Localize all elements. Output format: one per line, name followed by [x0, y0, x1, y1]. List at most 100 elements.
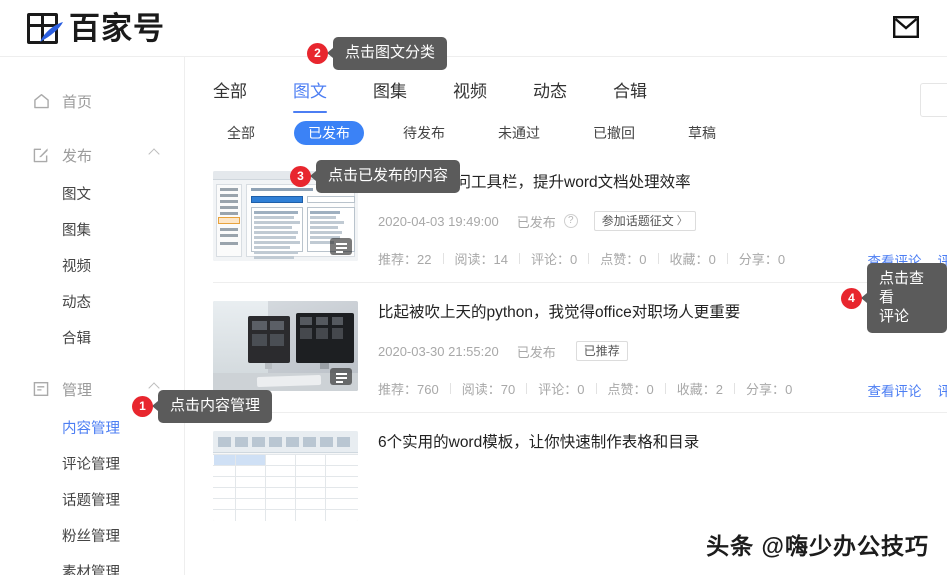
subtab-label: 未通过	[498, 125, 540, 141]
sidebar-item-comment-management[interactable]: 评论管理	[0, 445, 184, 481]
status-badge: 已发布	[516, 214, 556, 230]
table-row: 比起被吹上天的python，我觉得office对职场人更重要 2020-03-3…	[213, 283, 947, 414]
main-content: 全部 图文 图集 视频 动态 合辑 全部 已发布 待发布 未通过 已撤回 草稿	[186, 57, 947, 575]
callout-4: 4 点击查看 评论	[841, 263, 947, 334]
article-thumbnail[interactable]	[213, 301, 358, 392]
sidebar-item-publish-shipin[interactable]: 视频	[0, 247, 184, 283]
sidebar-item-label: 评论管理	[62, 456, 120, 473]
stat-value: 14	[493, 252, 508, 268]
sidebar-group-label-manage: 管理	[62, 381, 93, 399]
truncated-action-link[interactable]: 评	[938, 380, 947, 400]
stat-value: 0	[708, 252, 716, 268]
stat-read: 阅读：70	[461, 382, 516, 398]
callout-text: 点击图文分类	[326, 37, 448, 70]
stat-recommend: 推荐：22	[378, 252, 432, 268]
mail-envelope-glyph	[893, 16, 920, 39]
callout-text: 点击查看 评论	[861, 263, 947, 334]
subtab-pending[interactable]: 待发布	[389, 121, 459, 145]
publish-date: 2020-03-30 21:55:20	[378, 343, 499, 359]
subtab-withdrawn[interactable]: 已撤回	[579, 121, 649, 145]
tab-tuji[interactable]: 图集	[373, 77, 407, 113]
subtab-label: 全部	[227, 125, 255, 141]
baijiahao-quill-logo-icon	[27, 12, 63, 44]
sidebar-item-publish-tuwen[interactable]: 图文	[0, 175, 184, 211]
subtab-all[interactable]: 全部	[213, 121, 269, 145]
tab-label: 视频	[453, 82, 487, 101]
sidebar-item-publish-tuji[interactable]: 图集	[0, 211, 184, 247]
sidebar-group-publish[interactable]: 发布	[0, 135, 184, 175]
article-meta: 2020-04-03 19:49:00 已发布 ? 参加话题征文 〉	[378, 211, 947, 232]
sidebar-item-label: 素材管理	[62, 564, 120, 575]
home-icon	[33, 93, 50, 110]
app-root: 百家号 首页 发布 图文 图集 视频 动态 合辑 管理 内容管理 评论管理 话题…	[0, 0, 947, 575]
callout-badge: 3	[290, 165, 311, 187]
sidebar-item-fans-management[interactable]: 粉丝管理	[0, 517, 184, 553]
tab-label: 动态	[533, 82, 567, 101]
stat-value: 0	[570, 252, 578, 268]
sidebar-group-home[interactable]: 首页	[0, 81, 184, 121]
tab-label: 全部	[213, 82, 247, 101]
help-icon[interactable]: ?	[563, 214, 578, 229]
subtab-label: 待发布	[403, 125, 445, 141]
stat-recommend: 推荐：760	[378, 382, 439, 398]
subtab-draft[interactable]: 草稿	[674, 121, 730, 145]
article-body: 6个实用的word模板，让你快速制作表格和目录	[358, 431, 947, 521]
sidebar-item-label: 合辑	[62, 330, 91, 347]
quill-icon	[40, 21, 63, 42]
article-list: 巧用快速访问工具栏，提升word文档处理效率 2020-04-03 19:49:…	[186, 153, 947, 535]
stat-share: 分享：0	[746, 382, 793, 398]
article-stats: 推荐：760 阅读：70 评论：0 点赞：0 收藏：2 分享：0	[378, 379, 947, 398]
stat-label: 阅读	[461, 382, 488, 398]
sidebar-item-label: 动态	[62, 294, 91, 311]
search-input[interactable]	[920, 83, 947, 117]
sidebar: 首页 发布 图文 图集 视频 动态 合辑 管理 内容管理 评论管理 话题管理 粉…	[0, 57, 185, 575]
article-title[interactable]: 巧用快速访问工具栏，提升word文档处理效率	[378, 173, 947, 193]
sidebar-item-publish-heji[interactable]: 合辑	[0, 319, 184, 355]
mail-envelope-icon[interactable]	[893, 16, 920, 39]
stat-label: 推荐	[378, 382, 405, 398]
stat-label: 点赞	[607, 382, 634, 398]
stat-comment: 评论：0	[531, 252, 578, 268]
gallery-icon	[330, 238, 352, 255]
tab-shipin[interactable]: 视频	[453, 77, 487, 113]
tab-tuwen[interactable]: 图文	[293, 77, 327, 113]
sidebar-group-label-home: 首页	[62, 93, 93, 111]
topic-chip[interactable]: 参加话题征文 〉	[593, 211, 696, 232]
callout-badge: 2	[307, 42, 328, 64]
excel-spreadsheet-screenshot	[213, 431, 358, 522]
callout-badge: 4	[841, 287, 862, 309]
document-list-icon	[33, 381, 50, 398]
gallery-icon	[330, 368, 352, 386]
topic-chip-label: 参加话题征文	[601, 214, 674, 229]
recommended-chip[interactable]: 已推荐	[575, 341, 628, 362]
stat-value: 2	[715, 382, 724, 398]
sidebar-item-topic-management[interactable]: 话题管理	[0, 481, 184, 517]
article-title[interactable]: 6个实用的word模板，让你快速制作表格和目录	[378, 433, 947, 453]
edit-square-icon	[33, 147, 50, 164]
tab-dongtai[interactable]: 动态	[533, 77, 567, 113]
stat-value: 70	[500, 382, 516, 398]
status-filter-tabs: 全部 已发布 待发布 未通过 已撤回 草稿	[186, 113, 947, 153]
callout-text: 点击内容管理	[151, 390, 273, 423]
tab-heji[interactable]: 合辑	[613, 77, 647, 113]
tab-all[interactable]: 全部	[213, 77, 247, 113]
stat-like: 点赞：0	[607, 382, 654, 398]
stat-favorite: 收藏：0	[669, 252, 716, 268]
brand-logo[interactable]: 百家号	[27, 12, 165, 44]
sidebar-item-material-management[interactable]: 素材管理	[0, 553, 184, 575]
stat-label: 点赞	[600, 252, 627, 268]
tab-label: 图集	[373, 82, 407, 101]
content-type-tabs: 全部 图文 图集 视频 动态 合辑	[186, 57, 947, 117]
sidebar-item-publish-dongtai[interactable]: 动态	[0, 283, 184, 319]
subtab-label: 已发布	[308, 125, 350, 141]
article-thumbnail[interactable]	[213, 431, 358, 522]
callout-3: 3 点击已发布的内容	[290, 160, 461, 193]
subtab-label: 已撤回	[593, 125, 635, 141]
chevron-up-icon[interactable]	[148, 148, 160, 160]
subtab-rejected[interactable]: 未通过	[484, 121, 554, 145]
stat-value: 0	[639, 252, 647, 268]
tab-label: 合辑	[613, 82, 647, 101]
subtab-published[interactable]: 已发布	[294, 121, 364, 145]
view-comments-link[interactable]: 查看评论	[868, 380, 922, 400]
